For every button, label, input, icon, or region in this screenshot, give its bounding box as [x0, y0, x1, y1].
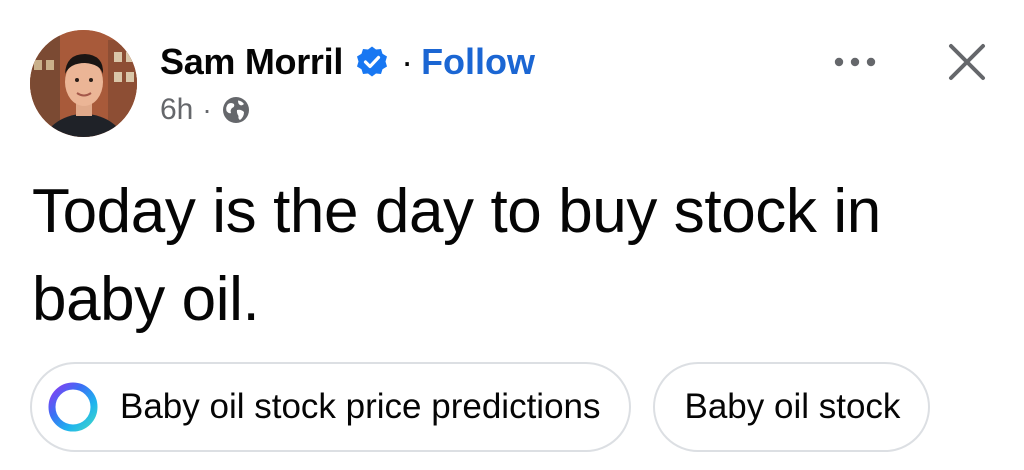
close-icon: [949, 44, 985, 80]
suggestion-label: Baby oil stock: [684, 387, 901, 426]
meta-ai-icon: [46, 380, 100, 434]
separator-dot: ·: [202, 94, 212, 125]
verified-badge-icon: [355, 45, 389, 79]
post-text: Today is the day to buy stock in baby oi…: [32, 177, 881, 334]
close-button[interactable]: [935, 30, 999, 94]
more-dots-icon: [834, 57, 876, 67]
author-name[interactable]: Sam Morril: [160, 41, 343, 83]
avatar-photo: [30, 30, 137, 137]
post-card: Sam Morril · Follow 6h · Today is the da…: [0, 0, 1024, 470]
post-timestamp[interactable]: 6h: [160, 93, 193, 127]
author-row: Sam Morril · Follow: [160, 38, 535, 86]
separator-dot: ·: [401, 41, 414, 82]
post-meta: 6h ·: [160, 92, 251, 128]
follow-button[interactable]: Follow: [421, 41, 535, 83]
more-options-button[interactable]: [822, 40, 888, 84]
globe-icon[interactable]: [221, 95, 251, 125]
suggestion-chip[interactable]: Baby oil stock: [652, 362, 931, 452]
avatar[interactable]: [30, 30, 137, 137]
suggestion-label: Baby oil stock price predictions: [120, 387, 601, 426]
suggestion-chips: Baby oil stock price predictions Baby oi…: [30, 362, 1024, 456]
suggestion-chip[interactable]: Baby oil stock price predictions: [30, 362, 631, 452]
